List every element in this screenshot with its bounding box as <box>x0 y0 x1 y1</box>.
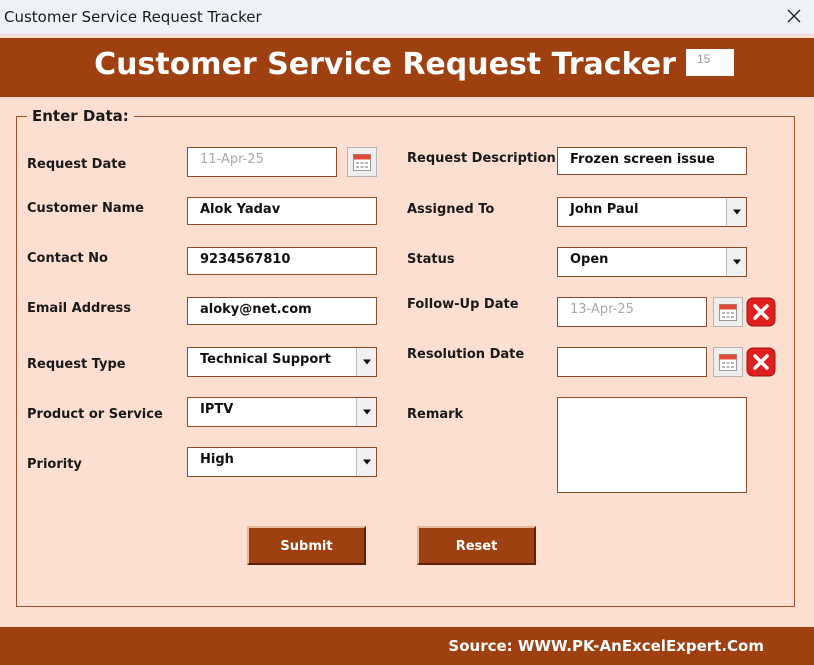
assigned-to-value: John Paul <box>570 202 639 217</box>
remark-textarea[interactable] <box>557 397 747 493</box>
follow-up-date-calendar-icon[interactable] <box>713 297 743 327</box>
record-counter: 15 <box>686 49 734 76</box>
product-or-service-value: IPTV <box>200 402 234 417</box>
request-type-value: Technical Support <box>200 352 331 367</box>
customer-name-field[interactable]: Alok Yadav <box>187 197 377 225</box>
status-value: Open <box>570 252 609 267</box>
header-banner: Customer Service Request Tracker 15 <box>0 38 814 97</box>
status-label: Status <box>407 252 455 267</box>
priority-value: High <box>200 452 234 467</box>
resolution-date-field[interactable] <box>557 347 707 377</box>
resolution-date-label: Resolution Date <box>407 347 525 362</box>
contact-no-field[interactable]: 9234567810 <box>187 247 377 275</box>
section-label: Enter Data: <box>27 107 134 125</box>
request-description-label: Request Description <box>407 151 556 166</box>
assigned-to-dropdown[interactable]: John Paul <box>557 197 747 227</box>
clear-resolution-date-icon[interactable] <box>746 347 776 377</box>
reset-button[interactable]: Reset <box>417 526 536 565</box>
email-address-field[interactable]: aloky@net.com <box>187 297 377 325</box>
request-date-field[interactable]: 11-Apr-25 <box>187 147 337 177</box>
request-date-label: Request Date <box>27 157 127 172</box>
chevron-down-icon[interactable] <box>356 398 376 426</box>
email-address-label: Email Address <box>27 301 132 316</box>
chevron-down-icon[interactable] <box>726 198 746 226</box>
follow-up-date-label: Follow-Up Date <box>407 297 519 312</box>
footer-bar: Source: WWW.PK-AnExcelExpert.Com <box>0 627 814 665</box>
window-titlebar: Customer Service Request Tracker <box>0 0 814 35</box>
resolution-date-calendar-icon[interactable] <box>713 347 743 377</box>
chevron-down-icon[interactable] <box>726 248 746 276</box>
customer-name-label: Customer Name <box>27 201 144 216</box>
chevron-down-icon[interactable] <box>356 448 376 476</box>
request-type-dropdown[interactable]: Technical Support <box>187 347 377 377</box>
clear-follow-up-date-icon[interactable] <box>746 297 776 327</box>
follow-up-date-field[interactable]: 13-Apr-25 <box>557 297 707 327</box>
assigned-to-label: Assigned To <box>407 202 495 217</box>
status-dropdown[interactable]: Open <box>557 247 747 277</box>
request-date-calendar-icon[interactable] <box>347 147 377 177</box>
request-type-label: Request Type <box>27 357 126 372</box>
source-credit: Source: WWW.PK-AnExcelExpert.Com <box>448 637 764 655</box>
submit-button[interactable]: Submit <box>247 526 366 565</box>
product-or-service-label: Product or Service <box>27 407 163 422</box>
chevron-down-icon[interactable] <box>356 348 376 376</box>
page-title: Customer Service Request Tracker <box>94 47 676 82</box>
product-or-service-dropdown[interactable]: IPTV <box>187 397 377 427</box>
priority-label: Priority <box>27 457 82 472</box>
request-description-field[interactable]: Frozen screen issue <box>557 147 747 175</box>
remark-label: Remark <box>407 407 464 422</box>
priority-dropdown[interactable]: High <box>187 447 377 477</box>
contact-no-label: Contact No <box>27 251 108 266</box>
window-title: Customer Service Request Tracker <box>4 8 262 26</box>
close-icon[interactable] <box>782 4 806 28</box>
